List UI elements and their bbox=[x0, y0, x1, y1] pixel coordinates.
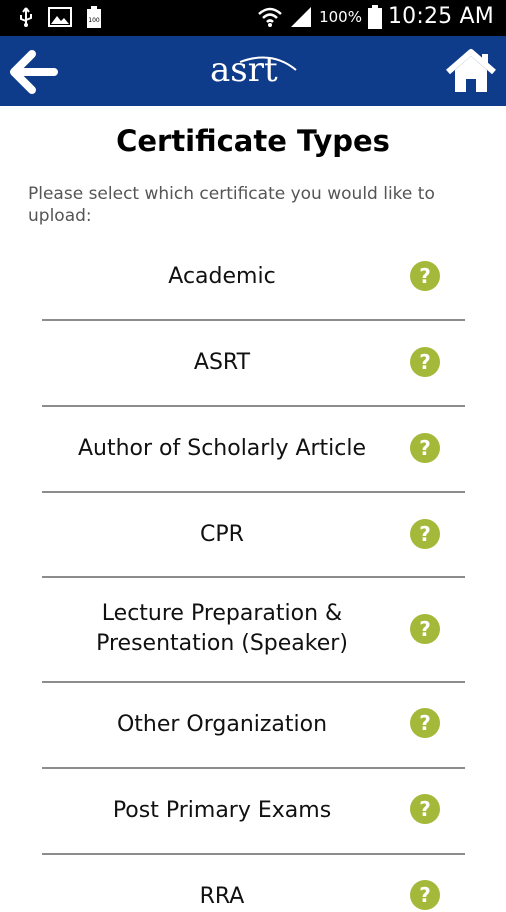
battery-icon bbox=[367, 4, 382, 29]
help-icon[interactable]: ? bbox=[410, 519, 440, 549]
svg-text:100: 100 bbox=[88, 17, 100, 24]
arrow-left-icon bbox=[10, 50, 58, 94]
help-icon[interactable]: ? bbox=[410, 708, 440, 738]
certificate-item-other[interactable]: Other Organization ? bbox=[0, 682, 506, 768]
help-icon[interactable]: ? bbox=[410, 347, 440, 377]
certificate-item-academic[interactable]: Academic ? bbox=[0, 234, 506, 320]
status-right: 100% 10:25 AM bbox=[257, 4, 494, 29]
certificate-item-lecture[interactable]: Lecture Preparation & Presentation (Spea… bbox=[0, 577, 506, 682]
certificate-label: Lecture Preparation & Presentation (Spea… bbox=[96, 601, 348, 656]
instruction-text: Please select which certificate you woul… bbox=[28, 184, 435, 226]
certificate-item-asrt[interactable]: ASRT ? bbox=[0, 320, 506, 406]
status-bar: 100 100% 10:25 AM bbox=[0, 0, 506, 36]
certificate-label: ASRT bbox=[193, 350, 251, 375]
certificate-label: Academic bbox=[168, 264, 276, 289]
home-button[interactable] bbox=[444, 48, 498, 94]
battery-percent: 100% bbox=[319, 7, 362, 26]
page-title: Certificate Types bbox=[116, 124, 390, 158]
status-time: 10:25 AM bbox=[387, 4, 494, 29]
certificate-label: CPR bbox=[200, 522, 244, 547]
help-icon[interactable]: ? bbox=[410, 614, 440, 644]
help-icon[interactable]: ? bbox=[410, 433, 440, 463]
home-icon bbox=[446, 49, 496, 92]
certificate-item-author[interactable]: Author of Scholarly Article ? bbox=[0, 406, 506, 492]
usb-icon bbox=[20, 7, 32, 27]
certificate-item-cpr[interactable]: CPR ? bbox=[0, 492, 506, 578]
certificate-item-post-primary[interactable]: Post Primary Exams ? bbox=[0, 768, 506, 854]
asrt-logo: asrt bbox=[210, 50, 300, 90]
back-button[interactable] bbox=[8, 50, 58, 94]
certificate-label: Post Primary Exams bbox=[112, 798, 332, 823]
app-header: asrt bbox=[0, 36, 506, 106]
status-left: 100 bbox=[18, 6, 102, 28]
certificate-label: Author of Scholarly Article bbox=[77, 436, 367, 461]
certificate-label: Other Organization bbox=[116, 712, 328, 737]
certificate-item-rra[interactable]: RRA ? bbox=[0, 854, 506, 910]
image-icon bbox=[48, 7, 72, 27]
signal-icon bbox=[291, 6, 312, 27]
certificate-label: RRA bbox=[199, 884, 245, 909]
help-icon[interactable]: ? bbox=[410, 261, 440, 291]
battery-small-icon: 100 bbox=[87, 6, 101, 28]
help-icon[interactable]: ? bbox=[410, 880, 440, 910]
logo-swoosh-icon bbox=[239, 56, 297, 71]
help-icon[interactable]: ? bbox=[410, 794, 440, 824]
wifi-icon bbox=[258, 7, 282, 27]
